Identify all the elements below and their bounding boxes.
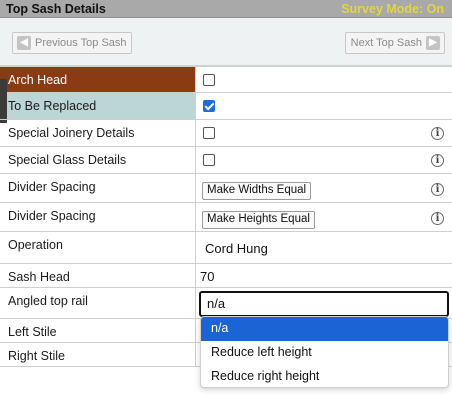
row-arch-head: Arch Head [0, 66, 452, 92]
to-be-replaced-label: To Be Replaced [0, 93, 196, 119]
arrow-right-icon: ▶ [426, 36, 440, 50]
previous-top-sash-button[interactable]: ◀ Previous Top Sash [12, 32, 132, 54]
operation-label: Operation [0, 232, 196, 263]
arch-head-checkbox[interactable] [203, 74, 215, 86]
dropdown-option-reduce-left-height[interactable]: Reduce left height [201, 341, 448, 365]
make-widths-equal-button[interactable]: Make Widths Equal [202, 182, 312, 200]
survey-mode-indicator[interactable]: Survey Mode: On [341, 2, 444, 16]
special-glass-label: Special Glass Details [0, 147, 196, 173]
row-operation: Operation Cord Hung [0, 231, 452, 263]
info-icon[interactable]: i [431, 212, 444, 225]
left-edge-tab [0, 79, 7, 123]
angled-top-rail-label: Angled top rail [0, 288, 196, 318]
row-divider-spacing-widths: Divider Spacing Make Widths Equal i [0, 173, 452, 202]
panel-title: Top Sash Details [6, 2, 106, 16]
special-joinery-checkbox[interactable] [203, 127, 215, 139]
row-special-glass: Special Glass Details i [0, 146, 452, 173]
top-sash-details-panel: Top Sash Details Survey Mode: On ◀ Previ… [0, 0, 452, 399]
angled-top-rail-dropdown: n/a Reduce left height Reduce right heig… [200, 316, 449, 388]
angled-top-rail-select[interactable]: n/a [199, 291, 449, 317]
panel-header: Top Sash Details Survey Mode: On [0, 0, 452, 18]
right-stile-label: Right Stile [0, 343, 196, 366]
arrow-left-icon: ◀ [17, 36, 31, 50]
next-top-sash-label: Next Top Sash [350, 37, 422, 49]
row-sash-head: Sash Head 70 [0, 263, 452, 287]
arch-head-label: Arch Head [0, 67, 196, 92]
special-joinery-label: Special Joinery Details [0, 120, 196, 146]
info-icon[interactable]: i [431, 127, 444, 140]
divider-spacing-label: Divider Spacing [0, 174, 196, 202]
dropdown-option-na[interactable]: n/a [201, 317, 448, 341]
divider-spacing-label: Divider Spacing [0, 203, 196, 231]
special-glass-checkbox[interactable] [203, 154, 215, 166]
row-special-joinery: Special Joinery Details i [0, 119, 452, 146]
dropdown-option-reduce-right-height[interactable]: Reduce right height [201, 365, 448, 387]
info-icon[interactable]: i [431, 154, 444, 167]
row-to-be-replaced: To Be Replaced [0, 92, 452, 119]
operation-value[interactable]: Cord Hung [205, 241, 268, 256]
to-be-replaced-checkbox[interactable] [203, 100, 215, 112]
make-heights-equal-button[interactable]: Make Heights Equal [202, 211, 315, 229]
info-icon[interactable]: i [431, 183, 444, 196]
sash-head-value[interactable]: 70 [200, 269, 214, 284]
sash-navigation-bar: ◀ Previous Top Sash Next Top Sash ▶ [0, 18, 452, 66]
previous-top-sash-label: Previous Top Sash [35, 37, 127, 49]
sash-head-label: Sash Head [0, 264, 196, 287]
row-divider-spacing-heights: Divider Spacing Make Heights Equal i [0, 202, 452, 231]
next-top-sash-button[interactable]: Next Top Sash ▶ [345, 32, 445, 54]
left-stile-label: Left Stile [0, 319, 196, 342]
